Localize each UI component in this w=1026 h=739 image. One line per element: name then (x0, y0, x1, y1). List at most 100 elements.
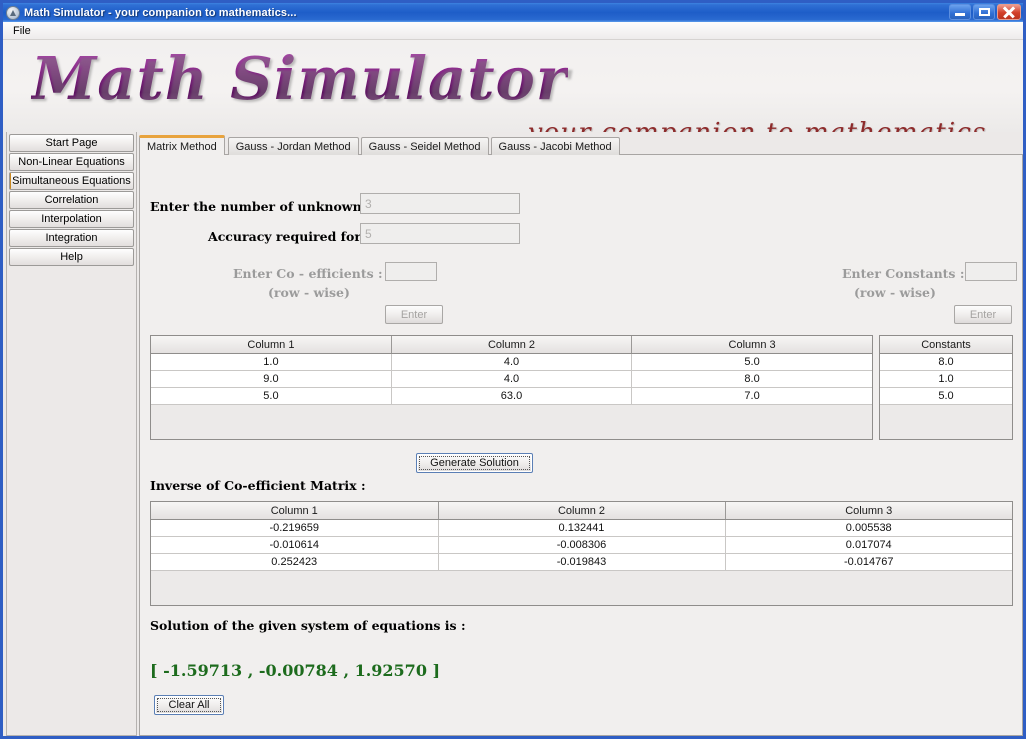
inverse-matrix-grid: Column 1 Column 2 Column 3 -0.219659 0.1… (151, 502, 1012, 571)
constants-table[interactable]: Constants 8.0 1.0 5.0 (879, 335, 1013, 440)
sidebar-item-interpolation[interactable]: Interpolation (9, 210, 134, 228)
close-icon[interactable] (997, 4, 1021, 20)
sidebar-item-label: Simultaneous Equations (12, 175, 131, 187)
coefficient-matrix-table[interactable]: Column 1 Column 2 Column 3 1.0 4.0 5.0 9… (150, 335, 873, 440)
table-row[interactable]: 5.0 63.0 7.0 (151, 387, 872, 405)
table-cell[interactable]: 0.252423 (151, 553, 439, 571)
title-bar: Math Simulator - your companion to mathe… (3, 3, 1023, 22)
tab-gauss-seidel-method[interactable]: Gauss - Seidel Method (360, 137, 489, 155)
constants-sublabel: (row - wise) (854, 285, 936, 300)
table-cell[interactable]: -0.014767 (725, 553, 1012, 571)
table-cell[interactable]: 1.0 (880, 370, 1012, 388)
unknowns-label: Enter the number of unknowns : (150, 199, 378, 214)
application-window: Math Simulator - your companion to mathe… (0, 0, 1026, 739)
menu-bar: File (3, 22, 1023, 40)
table-cell[interactable]: 5.0 (631, 353, 872, 371)
sidebar-nav: Start Page Non-Linear Equations Simultan… (6, 132, 137, 736)
constants-grid: Constants 8.0 1.0 5.0 (880, 336, 1012, 405)
sidebar-item-simultaneous-equations[interactable]: Simultaneous Equations (9, 172, 134, 190)
inverse-matrix-title: Inverse of Co-efficient Matrix : (150, 478, 366, 493)
app-tagline: - your companion to mathematics . . . (508, 118, 1023, 132)
sidebar-item-integration[interactable]: Integration (9, 229, 134, 247)
solution-values: [ -1.59713 , -0.00784 , 1.92570 ] (150, 661, 441, 680)
inverse-matrix-table[interactable]: Column 1 Column 2 Column 3 -0.219659 0.1… (150, 501, 1013, 606)
table-row[interactable]: 1.0 (880, 370, 1012, 388)
table-row[interactable]: 1.0 4.0 5.0 (151, 353, 872, 371)
table-cell[interactable]: 9.0 (151, 370, 392, 388)
tab-matrix-method[interactable]: Matrix Method (139, 135, 225, 155)
sidebar-item-label: Start Page (45, 137, 98, 149)
tab-gauss-jordan-method[interactable]: Gauss - Jordan Method (227, 137, 359, 155)
table-cell[interactable]: -0.019843 (438, 553, 726, 571)
table-row[interactable]: -0.010614 -0.008306 0.017074 (151, 536, 1012, 554)
table-row[interactable]: 5.0 (880, 387, 1012, 405)
tab-strip: Matrix Method Gauss - Jordan Method Gaus… (139, 135, 622, 155)
solution-title: Solution of the given system of equation… (150, 618, 466, 633)
column-header[interactable]: Column 1 (151, 336, 392, 354)
tab-gauss-jacobi-method[interactable]: Gauss - Jacobi Method (490, 137, 620, 155)
window-controls (949, 4, 1021, 20)
coefficients-input[interactable] (385, 262, 437, 281)
unknowns-input[interactable]: 3 (360, 193, 520, 214)
table-cell[interactable]: 0.132441 (438, 519, 726, 537)
column-header[interactable]: Column 1 (151, 502, 439, 520)
sidebar-item-label: Help (60, 251, 83, 263)
table-cell[interactable]: 63.0 (391, 387, 633, 405)
coefficients-enter-button[interactable]: Enter (385, 305, 443, 324)
table-header-row: Column 1 Column 2 Column 3 (151, 502, 1012, 520)
tab-label: Gauss - Jordan Method (235, 140, 351, 153)
constants-input[interactable] (965, 262, 1017, 281)
table-cell[interactable]: 4.0 (391, 353, 633, 371)
minimize-icon[interactable] (949, 4, 971, 20)
table-cell[interactable]: 5.0 (151, 387, 392, 405)
constants-enter-button[interactable]: Enter (954, 305, 1012, 324)
sidebar-item-label: Integration (45, 232, 98, 244)
sidebar-item-label: Correlation (44, 194, 99, 206)
column-header[interactable]: Column 3 (725, 502, 1012, 520)
sidebar-item-non-linear-equations[interactable]: Non-Linear Equations (9, 153, 134, 171)
table-cell[interactable]: 8.0 (880, 353, 1012, 371)
table-header-row: Constants (880, 336, 1012, 354)
sidebar-item-label: Interpolation (41, 213, 102, 225)
table-cell[interactable]: -0.219659 (151, 519, 439, 537)
table-cell[interactable]: 5.0 (880, 387, 1012, 405)
table-header-row: Column 1 Column 2 Column 3 (151, 336, 872, 354)
app-icon (6, 5, 20, 20)
table-cell[interactable]: 0.017074 (725, 536, 1012, 554)
maximize-icon[interactable] (973, 4, 995, 20)
constants-label: Enter Constants : (842, 266, 965, 281)
table-cell[interactable]: 8.0 (631, 370, 872, 388)
menu-item-file[interactable]: File (6, 24, 38, 38)
table-row[interactable]: 9.0 4.0 8.0 (151, 370, 872, 388)
coefficients-sublabel: (row - wise) (268, 285, 350, 300)
column-header[interactable]: Column 2 (391, 336, 633, 354)
tab-label: Matrix Method (147, 140, 217, 153)
table-cell[interactable]: -0.010614 (151, 536, 439, 554)
sidebar-item-label: Non-Linear Equations (18, 156, 125, 168)
table-row[interactable]: 8.0 (880, 353, 1012, 371)
app-logo-text: Math Simulator (31, 44, 568, 113)
accuracy-input[interactable]: 5 (360, 223, 520, 244)
table-row[interactable]: -0.219659 0.132441 0.005538 (151, 519, 1012, 537)
accuracy-label: Accuracy required for : (208, 229, 370, 244)
sidebar-item-help[interactable]: Help (9, 248, 134, 266)
column-header[interactable]: Column 2 (438, 502, 726, 520)
column-header[interactable]: Column 3 (631, 336, 872, 354)
column-header[interactable]: Constants (880, 336, 1012, 354)
table-cell[interactable]: -0.008306 (438, 536, 726, 554)
tab-panel-matrix-method: Enter the number of unknowns : 3 Accurac… (139, 154, 1023, 736)
sidebar-item-correlation[interactable]: Correlation (9, 191, 134, 209)
clear-all-button[interactable]: Clear All (154, 695, 224, 715)
table-cell[interactable]: 4.0 (391, 370, 633, 388)
tab-label: Gauss - Jacobi Method (498, 140, 612, 153)
coefficient-matrix-grid: Column 1 Column 2 Column 3 1.0 4.0 5.0 9… (151, 336, 872, 405)
table-cell[interactable]: 1.0 (151, 353, 392, 371)
app-banner: Math Simulator - your companion to mathe… (3, 40, 1023, 132)
generate-solution-button[interactable]: Generate Solution (416, 453, 533, 473)
tab-label: Gauss - Seidel Method (368, 140, 481, 153)
table-cell[interactable]: 7.0 (631, 387, 872, 405)
table-cell[interactable]: 0.005538 (725, 519, 1012, 537)
main-panel: Matrix Method Gauss - Jordan Method Gaus… (139, 132, 1023, 736)
table-row[interactable]: 0.252423 -0.019843 -0.014767 (151, 553, 1012, 571)
sidebar-item-start-page[interactable]: Start Page (9, 134, 134, 152)
